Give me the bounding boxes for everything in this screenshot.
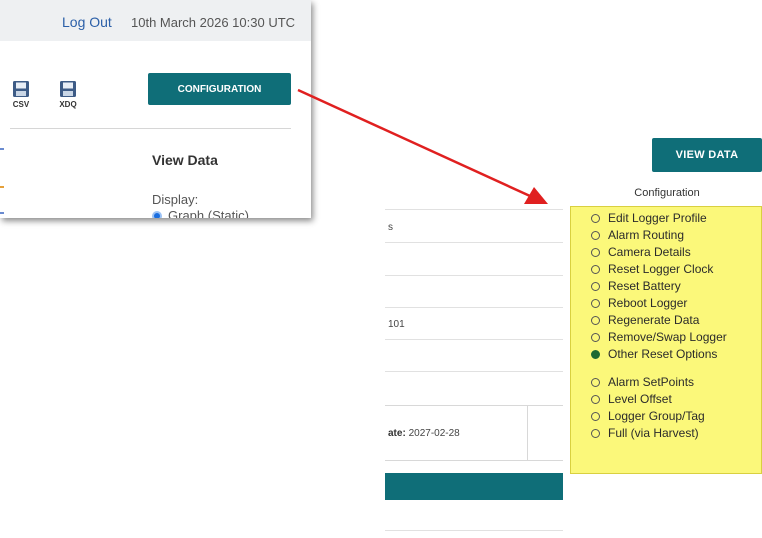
option-label: Reset Logger Clock: [608, 262, 714, 276]
xdq-save-icon[interactable]: [59, 80, 77, 98]
radio-icon[interactable]: [591, 394, 600, 404]
radio-icon[interactable]: [591, 230, 600, 240]
radio-icon[interactable]: [591, 264, 600, 274]
option-label: Camera Details: [608, 245, 691, 259]
table-row-divider: [385, 307, 563, 308]
table-row-divider: [385, 530, 563, 531]
date-value: 2027-02-28: [408, 428, 460, 439]
configuration-options-panel: Edit Logger Profile Alarm Routing Camera…: [570, 206, 762, 474]
configuration-button[interactable]: CONFIGURATION: [148, 73, 291, 105]
csv-download[interactable]: CSV: [8, 80, 34, 109]
radio-icon[interactable]: [591, 281, 600, 291]
date-row: ate: 2027-02-28: [385, 405, 563, 461]
option-label: Edit Logger Profile: [608, 211, 707, 225]
chart-edge-fragment: [0, 212, 4, 214]
display-label: Display:: [152, 192, 199, 207]
chart-edge-fragment: [0, 186, 4, 188]
option-reboot-logger[interactable]: Reboot Logger: [591, 296, 687, 310]
divider: [10, 128, 291, 129]
table-cell: 101: [388, 319, 405, 330]
top-bar: Log Out 10th March 2026 10:30 UTC: [0, 0, 311, 41]
chart-edge-fragment: [0, 148, 4, 150]
option-logger-group-tag[interactable]: Logger Group/Tag: [591, 409, 705, 423]
option-label: Logger Group/Tag: [608, 409, 705, 423]
table-row-divider: [385, 242, 563, 243]
option-label: Regenerate Data: [608, 313, 700, 327]
radio-icon[interactable]: [591, 315, 600, 325]
radio-icon[interactable]: [591, 332, 600, 342]
option-remove-swap-logger[interactable]: Remove/Swap Logger: [591, 330, 727, 344]
radio-icon[interactable]: [591, 377, 600, 387]
option-label: Reboot Logger: [608, 296, 688, 310]
table-row-divider: [385, 275, 563, 276]
option-edit-logger-profile[interactable]: Edit Logger Profile: [591, 211, 707, 225]
zoomed-header-panel: Log Out 10th March 2026 10:30 UTC CSV XD…: [0, 0, 311, 218]
option-regenerate-data[interactable]: Regenerate Data: [591, 313, 699, 327]
option-camera-details[interactable]: Camera Details: [591, 245, 691, 259]
option-reset-battery[interactable]: Reset Battery: [591, 279, 681, 293]
option-full-via-harvest[interactable]: Full (via Harvest): [591, 426, 699, 440]
option-alarm-routing[interactable]: Alarm Routing: [591, 228, 684, 242]
option-reset-logger-clock[interactable]: Reset Logger Clock: [591, 262, 713, 276]
option-alarm-setpoints[interactable]: Alarm SetPoints: [591, 375, 694, 389]
xdq-download[interactable]: XDQ: [55, 80, 81, 109]
radio-icon[interactable]: [591, 298, 600, 308]
logout-link[interactable]: Log Out: [62, 14, 112, 30]
date-field: ate: 2027-02-28: [388, 428, 460, 439]
xdq-label: XDQ: [59, 100, 77, 109]
option-label: Reset Battery: [608, 279, 681, 293]
option-other-reset-options[interactable]: Other Reset Options: [591, 347, 717, 361]
graph-static-option[interactable]: Graph (Static): [152, 208, 249, 218]
configuration-title: Configuration: [634, 187, 700, 199]
radio-icon[interactable]: [591, 247, 600, 257]
table-row-divider: [385, 371, 563, 372]
option-level-offset[interactable]: Level Offset: [591, 392, 672, 406]
option-label: Level Offset: [608, 392, 672, 406]
csv-save-icon[interactable]: [12, 80, 30, 98]
option-label: Full (via Harvest): [608, 426, 699, 440]
table-row-divider: [385, 209, 563, 210]
radio-icon[interactable]: [591, 428, 600, 438]
table-header-bar: [385, 473, 563, 500]
option-label: Alarm Routing: [608, 228, 685, 242]
radio-icon[interactable]: [591, 213, 600, 223]
radio-icon[interactable]: [591, 411, 600, 421]
column-divider: [527, 406, 528, 460]
csv-label: CSV: [12, 100, 30, 109]
option-label: Other Reset Options: [608, 347, 718, 361]
view-data-button[interactable]: VIEW DATA: [652, 138, 762, 172]
radio-selected-icon[interactable]: [152, 210, 162, 218]
table-cell: s: [388, 222, 393, 233]
datetime-display: 10th March 2026 10:30 UTC: [131, 15, 296, 30]
option-label: Alarm SetPoints: [608, 375, 695, 389]
date-label: ate:: [388, 428, 406, 439]
table-row-divider: [385, 339, 563, 340]
option-label: Remove/Swap Logger: [608, 330, 727, 344]
option-label: Graph (Static): [168, 208, 249, 218]
radio-selected-icon[interactable]: [591, 349, 600, 359]
view-data-heading: View Data: [152, 152, 218, 168]
